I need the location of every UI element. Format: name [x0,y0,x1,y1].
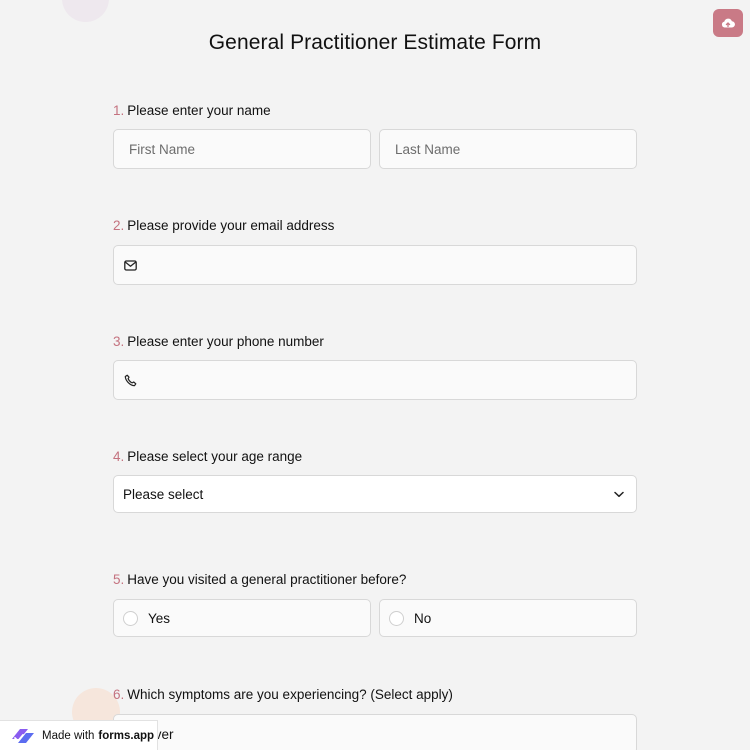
question-1-text: Please enter your name [127,103,271,118]
first-name-input[interactable]: First Name [113,129,371,169]
last-name-input[interactable]: Last Name [379,129,637,169]
question-5-label: 5. Have you visited a general practitione… [113,572,406,587]
question-3-label: 3. Please enter your phone number [113,334,324,349]
visited-yes-option[interactable]: Yes [113,599,371,637]
mail-icon [124,259,137,271]
badge-prefix: Made with [42,729,95,742]
question-1-label: 1. Please enter your name [113,103,271,118]
radio-circle-no[interactable] [389,610,404,626]
question-4-label: 4. Please select your age range [113,449,302,464]
question-6-label: 6. Which symptoms are you experiencing? (… [113,687,453,702]
forms-app-logo-icon [8,725,36,747]
question-2-label: 2. Please provide your email address [113,218,334,233]
badge-brand: forms.app [98,729,155,742]
made-with-forms-app-badge[interactable]: Made with forms.app [0,720,158,750]
question-1-number: 1. [113,103,125,118]
question-3-number: 3. [113,334,125,349]
chevron-down-icon [614,491,624,498]
cloud-upload-icon [721,18,735,28]
radio-circle-yes[interactable] [123,610,138,626]
last-name-placeholder: Last Name [395,141,461,157]
question-4-text: Please select your age range [127,449,303,464]
question-2-number: 2. [113,218,125,233]
age-range-selected-value: Please select [123,486,204,502]
phone-input[interactable] [113,360,637,400]
form-title: General Practitioner Estimate Form [208,31,542,54]
age-range-select[interactable]: Please select [113,475,637,513]
visited-no-option[interactable]: No [379,599,637,637]
question-6-number: 6. [113,687,125,702]
question-2-text: Please provide your email address [127,218,335,233]
option-no-label: No [414,610,432,626]
question-5-number: 5. [113,572,125,587]
email-input[interactable] [113,245,637,285]
question-4-number: 4. [113,449,125,464]
phone-icon [124,374,137,387]
decorative-circle-top [62,0,109,22]
question-3-text: Please enter your phone number [127,334,324,349]
question-5-text: Have you visited a general practitioner … [127,572,407,587]
symptom-fever-option[interactable]: Fever [113,714,637,750]
option-yes-label: Yes [148,610,171,626]
form-page: General Practitioner Estimate Form 1. Ple… [0,0,750,750]
first-name-placeholder: First Name [129,141,196,157]
question-6-text: Which symptoms are you experiencing? (Se… [127,687,453,702]
